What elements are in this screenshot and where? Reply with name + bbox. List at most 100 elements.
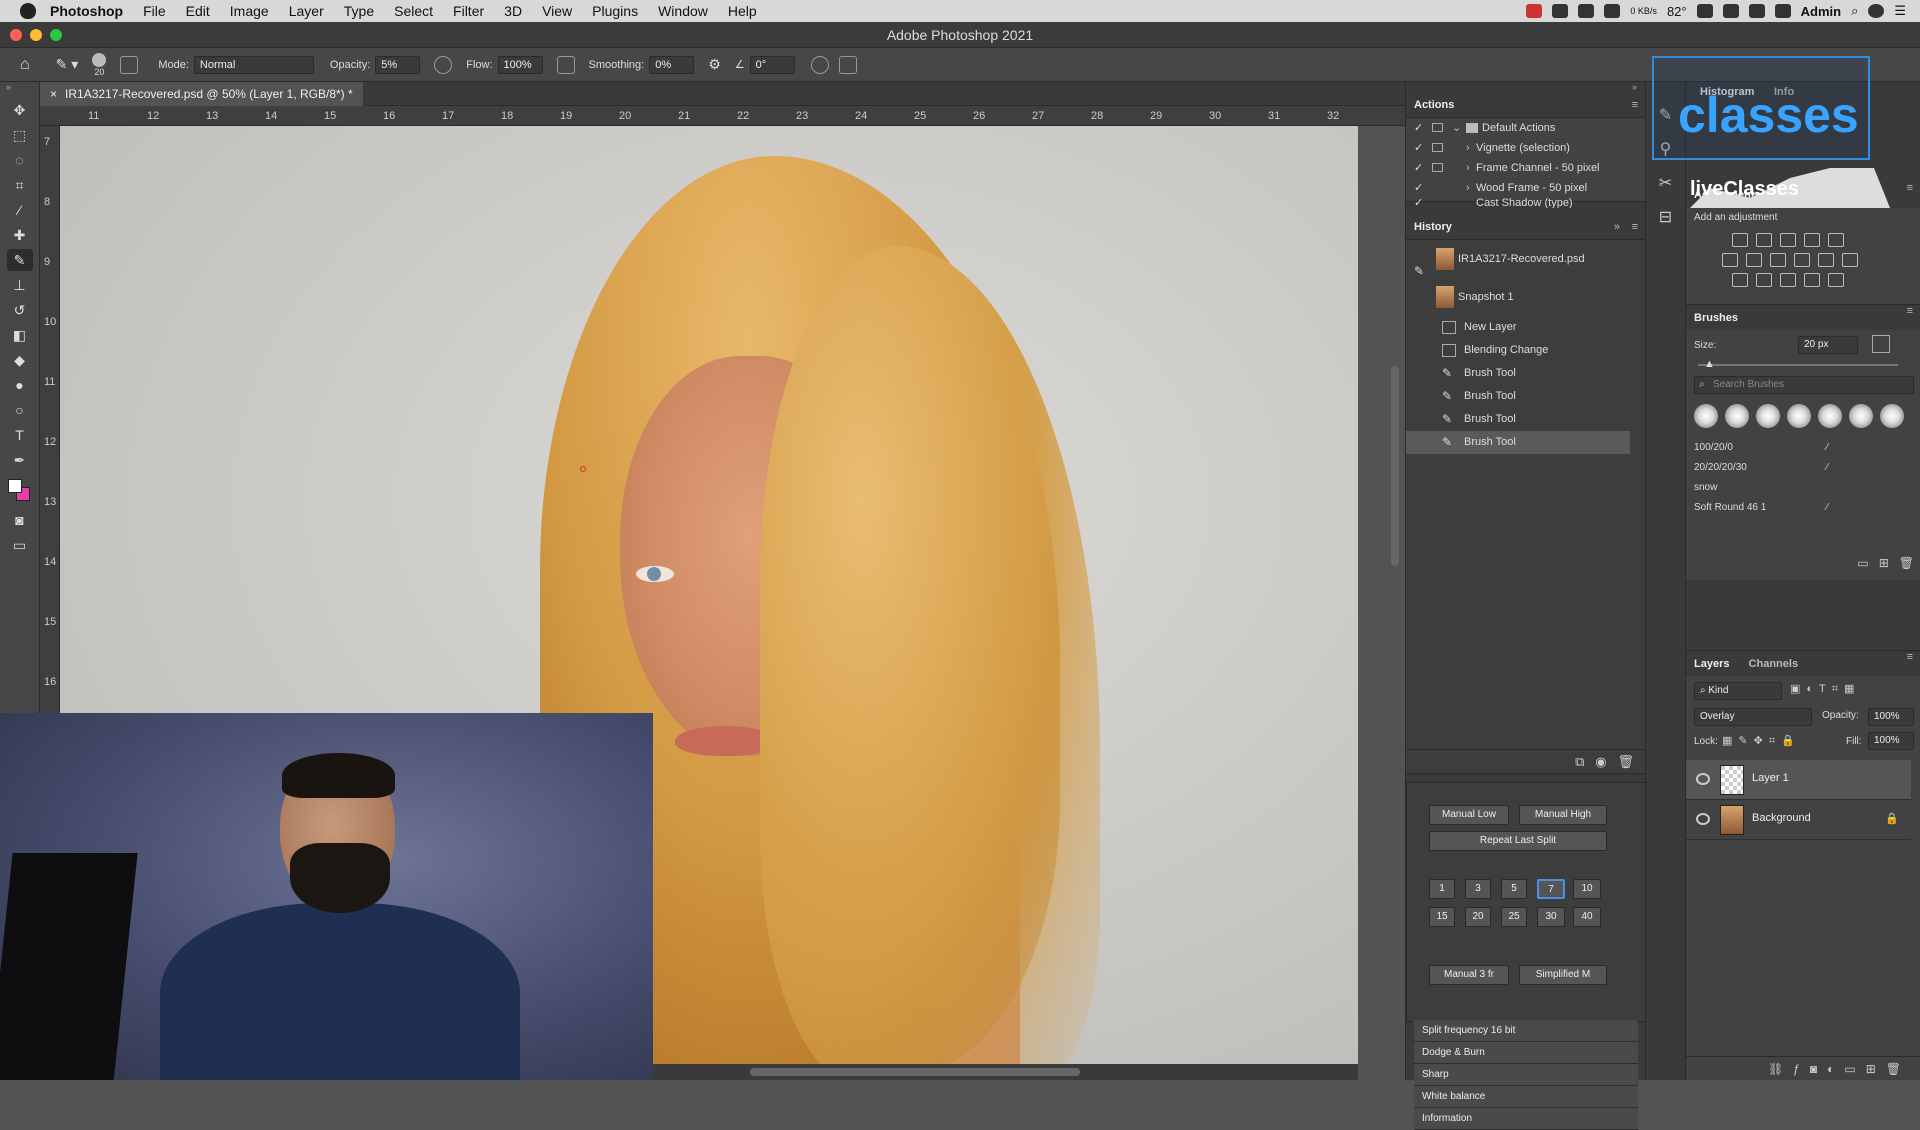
smoothing-input[interactable]: 0%: [649, 55, 695, 74]
horizontal-ruler[interactable]: 11 12 13 14 15 16 17 18 19 20 21 22 23 24 25 26 27 28 29 30…: [40, 106, 1405, 126]
invert-icon[interactable]: [1732, 273, 1748, 287]
link-layers-icon[interactable]: ⛓: [1768, 1062, 1793, 1076]
menu-view[interactable]: View: [542, 3, 572, 19]
action-row[interactable]: ✓ Cast Shadow (type): [1406, 198, 1646, 208]
menu-select[interactable]: Select: [394, 3, 433, 19]
siri-icon[interactable]: [1868, 4, 1885, 18]
history-step[interactable]: ✎ Brush Tool: [1406, 385, 1646, 408]
bluetooth-icon[interactable]: [1722, 4, 1739, 18]
history-step[interactable]: New Layer: [1406, 316, 1646, 339]
history-step[interactable]: ✎ Brush Tool: [1406, 408, 1646, 431]
pressure-opacity-icon[interactable]: [434, 55, 453, 74]
manual-3-fr-button[interactable]: Manual 3 fr: [1429, 965, 1509, 985]
stack-item[interactable]: Dodge & Burn: [1414, 1042, 1638, 1064]
simplified-m-button[interactable]: Simplified M: [1519, 965, 1607, 985]
app-menu[interactable]: Photoshop: [50, 3, 123, 19]
paint-bucket-tool-icon[interactable]: ◆: [7, 349, 33, 371]
collapse-toolbar-icon[interactable]: »: [0, 82, 39, 96]
tab-channels[interactable]: Channels: [1741, 651, 1807, 677]
check-icon[interactable]: ✓: [1414, 118, 1423, 138]
history-brush-tool-icon[interactable]: ↺: [7, 299, 33, 321]
airbrush-icon[interactable]: [556, 55, 575, 74]
move-tool-icon[interactable]: ✥: [7, 99, 33, 121]
brush-list-item[interactable]: snow: [1686, 478, 1836, 498]
brush-tool-icon[interactable]: ✎: [6, 249, 33, 271]
menu-help[interactable]: Help: [728, 3, 757, 19]
brushes-menu-icon[interactable]: ≡: [1907, 305, 1913, 317]
layer-opacity-input[interactable]: 100%: [1868, 708, 1914, 726]
add-mask-icon[interactable]: ◙: [1810, 1062, 1827, 1076]
radius-button[interactable]: 20: [1465, 907, 1491, 927]
history-step[interactable]: Blending Change: [1406, 339, 1646, 362]
radius-button[interactable]: 40: [1573, 907, 1601, 927]
fill-input[interactable]: 100%: [1868, 732, 1914, 750]
foreground-color-swatch[interactable]: [7, 479, 22, 493]
minimize-window-icon[interactable]: [30, 29, 42, 41]
quick-mask-icon[interactable]: ◙: [7, 509, 33, 531]
symmetry-icon[interactable]: [838, 55, 857, 74]
stack-item[interactable]: Split frequency 16 bit: [1414, 1020, 1638, 1042]
volume-icon[interactable]: [1774, 4, 1791, 18]
dodge-tool-icon[interactable]: ○: [7, 399, 33, 421]
selective-color-icon[interactable]: [1804, 273, 1820, 287]
zoom-window-icon[interactable]: [50, 29, 62, 41]
brush-size-picker[interactable]: 20: [92, 52, 107, 77]
layer-row[interactable]: Background 🔒: [1686, 800, 1911, 840]
chevron-right-icon[interactable]: ›: [1466, 138, 1470, 158]
blend-mode-select[interactable]: Overlay: [1694, 708, 1812, 726]
vertical-scrollbar-thumb[interactable]: [1391, 366, 1399, 566]
check-icon[interactable]: ✓: [1414, 178, 1423, 198]
brush-preset[interactable]: [1787, 404, 1811, 428]
collapse-panels-icon[interactable]: »: [1406, 82, 1645, 92]
eraser-tool-icon[interactable]: ◧: [7, 324, 33, 346]
dialog-toggle-icon[interactable]: [1432, 143, 1443, 152]
new-layer-icon[interactable]: ⊞: [1866, 1062, 1886, 1076]
actions-menu-icon[interactable]: ≡: [1632, 92, 1638, 118]
brush-preset[interactable]: [1694, 404, 1718, 428]
brush-settings-toggle-icon[interactable]: [1872, 335, 1890, 353]
history-snapshot[interactable]: Snapshot 1: [1406, 278, 1646, 316]
history-expand-icon[interactable]: »: [1614, 214, 1620, 240]
size-slider[interactable]: [1698, 364, 1898, 366]
home-icon[interactable]: ⌂: [20, 56, 30, 74]
menu-window[interactable]: Window: [658, 3, 708, 19]
trash-icon[interactable]: 🗑: [1899, 556, 1914, 570]
flow-input[interactable]: 100%: [497, 55, 543, 74]
opacity-input[interactable]: 5%: [375, 55, 421, 74]
cpu-icon[interactable]: [1578, 4, 1595, 18]
fx-icon[interactable]: ƒ: [1793, 1062, 1810, 1076]
kind-filter-select[interactable]: ⌕ Kind: [1694, 682, 1782, 700]
radius-button[interactable]: 25: [1501, 907, 1527, 927]
pressure-size-icon[interactable]: [810, 55, 829, 74]
menu-type[interactable]: Type: [344, 3, 374, 19]
action-row[interactable]: ✓ ⌄ Default Actions: [1406, 118, 1646, 138]
user-name[interactable]: Admin: [1801, 4, 1841, 19]
search-brushes-input[interactable]: ⌕ Search Brushes: [1694, 376, 1914, 394]
stack-item[interactable]: Sharp: [1414, 1064, 1638, 1086]
layers-menu-icon[interactable]: ≡: [1907, 651, 1913, 663]
brush-preset-icon[interactable]: ✎ ▾: [56, 56, 79, 73]
brush-preset[interactable]: [1880, 404, 1904, 428]
chevron-right-icon[interactable]: ›: [1466, 158, 1470, 178]
stack-item[interactable]: Information: [1414, 1108, 1638, 1130]
hue-saturation-icon[interactable]: [1722, 253, 1738, 267]
menu-3d[interactable]: 3D: [504, 3, 522, 19]
menu-plugins[interactable]: Plugins: [592, 3, 638, 19]
gear-icon[interactable]: ⚙: [708, 56, 721, 73]
stack-item[interactable]: White balance: [1414, 1086, 1638, 1108]
chevron-down-icon[interactable]: ⌄: [1452, 118, 1461, 138]
close-window-icon[interactable]: [10, 29, 22, 41]
layer-filter-icons[interactable]: ▣◐T⌗▦: [1790, 682, 1860, 696]
tab-layers[interactable]: Layers: [1686, 651, 1737, 677]
lock-icon[interactable]: 🔒: [1885, 812, 1899, 825]
channel-mixer-icon[interactable]: [1818, 253, 1834, 267]
camera-icon[interactable]: ◉: [1595, 754, 1606, 769]
folder-icon[interactable]: ▭: [1857, 556, 1868, 570]
curves-icon[interactable]: [1780, 233, 1796, 247]
spotlight-icon[interactable]: ⌕: [1851, 3, 1858, 19]
dialog-toggle-icon[interactable]: [1432, 163, 1443, 172]
gradient-map-icon[interactable]: [1828, 273, 1844, 287]
lasso-tool-icon[interactable]: ◌: [7, 149, 33, 171]
adjustment-layer-icon[interactable]: ◐: [1827, 1062, 1844, 1076]
check-icon[interactable]: ✓: [1414, 198, 1423, 208]
